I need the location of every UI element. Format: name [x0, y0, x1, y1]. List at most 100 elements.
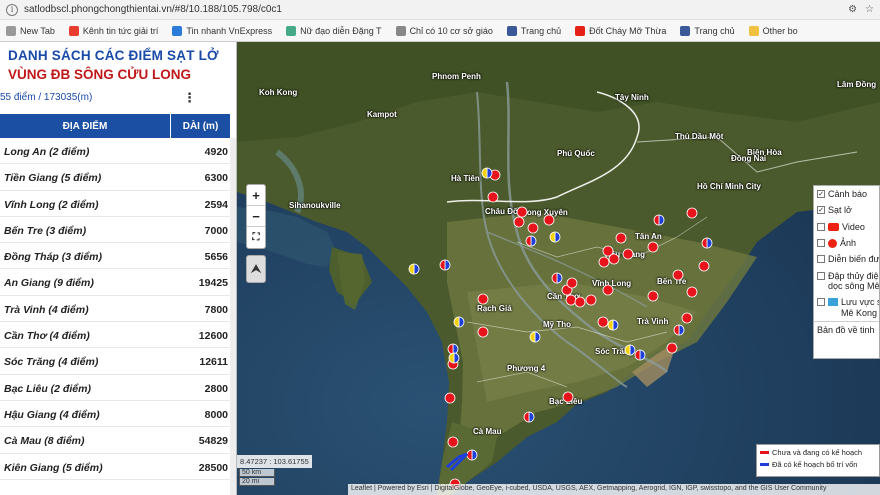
panel-scrollbar[interactable] — [230, 138, 236, 495]
landslide-marker[interactable] — [566, 277, 578, 289]
planned-segment[interactable] — [446, 452, 469, 472]
landslide-marker[interactable] — [574, 296, 586, 308]
table-row[interactable]: Long An (2 điểm) 4920 — [0, 138, 230, 165]
mixed-marker[interactable] — [607, 319, 619, 331]
mixed-marker[interactable] — [525, 235, 537, 247]
landslide-marker[interactable] — [672, 269, 684, 281]
layer-video[interactable]: Video — [814, 219, 879, 235]
url-text[interactable]: satlodbscl.phongchongthientai.vn/#8/10.1… — [24, 4, 848, 15]
landslide-marker[interactable] — [513, 216, 525, 228]
landslide-marker[interactable] — [444, 392, 456, 404]
checkbox-icon[interactable] — [817, 222, 825, 231]
table-row[interactable]: Bạc Liêu (2 điểm) 2800 — [0, 375, 230, 401]
landslide-marker[interactable] — [543, 214, 555, 226]
mixed-marker[interactable] — [447, 343, 459, 355]
extension-icon[interactable]: ⚙ — [848, 4, 857, 15]
landslide-marker[interactable] — [487, 191, 499, 203]
mixed-marker[interactable] — [439, 259, 451, 271]
landslide-marker[interactable] — [647, 241, 659, 253]
bookmark-item[interactable]: Other bo — [748, 25, 798, 36]
layer-anh[interactable]: Ảnh — [814, 235, 879, 251]
table-row[interactable]: Cà Mau (8 điểm) 54829 — [0, 427, 230, 454]
landslide-marker[interactable] — [597, 316, 609, 328]
bookmark-item[interactable]: Tin nhanh VnExpress — [172, 25, 272, 36]
mixed-marker[interactable] — [481, 167, 493, 179]
landslide-marker[interactable] — [585, 294, 597, 306]
bookmark-item[interactable]: Trang chủ — [506, 25, 561, 36]
more-menu-icon[interactable]: ⋮ — [183, 90, 196, 106]
table-row[interactable]: Cần Thơ (4 điểm) 12600 — [0, 322, 230, 349]
landslide-marker[interactable] — [608, 253, 620, 265]
mixed-marker[interactable] — [624, 344, 636, 356]
table-row[interactable]: Tiền Giang (5 điểm) 6300 — [0, 164, 230, 191]
address-bar[interactable]: i satlodbscl.phongchongthientai.vn/#8/10… — [0, 0, 880, 20]
landslide-marker[interactable] — [527, 222, 539, 234]
checkbox-checked-icon[interactable]: ✓ — [817, 206, 825, 215]
layer-dap-thuy-dien[interactable]: Đập thủy điện dọc sông Mê — [814, 268, 879, 295]
landslide-marker[interactable] — [598, 256, 610, 268]
landslide-marker[interactable] — [686, 286, 698, 298]
table-row[interactable]: Bến Tre (3 điểm) 7000 — [0, 217, 230, 244]
table-row[interactable]: Kiên Giang (5 điểm) 28500 — [0, 454, 230, 480]
mixed-marker[interactable] — [408, 263, 420, 275]
bookmark-item[interactable]: Kênh tin tức giải trí — [68, 25, 158, 36]
checkbox-icon[interactable] — [817, 255, 825, 264]
north-arrow-icon[interactable]: ⮝ — [246, 255, 266, 283]
mixed-marker[interactable] — [523, 411, 535, 423]
column-header-place[interactable]: ĐỊA ĐIỂM — [0, 114, 170, 138]
bookmark-item[interactable]: New Tab — [6, 25, 55, 36]
landslide-marker[interactable] — [477, 326, 489, 338]
mixed-marker[interactable] — [634, 349, 646, 361]
mixed-marker[interactable] — [701, 237, 713, 249]
checkbox-icon[interactable] — [817, 271, 825, 280]
zoom-in-button[interactable]: + — [247, 185, 265, 206]
map-attribution[interactable]: Leaflet | Powered by Esri | DigitalGlobe… — [348, 484, 880, 495]
mixed-marker[interactable] — [673, 324, 685, 336]
landslide-marker[interactable] — [477, 293, 489, 305]
landslide-marker[interactable] — [686, 207, 698, 219]
mixed-marker[interactable] — [448, 352, 460, 364]
table-row[interactable]: Đồng Tháp (3 điểm) 5656 — [0, 243, 230, 270]
layer-luu-vuc[interactable]: Lưu vực s Mê Kong — [814, 294, 879, 321]
checkbox-icon[interactable] — [817, 239, 825, 248]
site-info-icon[interactable]: i — [6, 3, 18, 16]
bookmark-item[interactable]: Nữ đạo diễn Đặng T — [286, 25, 382, 36]
mixed-marker[interactable] — [466, 449, 478, 461]
landslide-marker[interactable] — [516, 206, 528, 218]
landslide-marker[interactable] — [647, 290, 659, 302]
column-header-length[interactable]: DÀI (m) — [170, 114, 230, 138]
table-row[interactable]: An Giang (9 điểm) 19425 — [0, 269, 230, 296]
bookmark-star-icon[interactable]: ☆ — [865, 4, 874, 15]
mixed-marker[interactable] — [551, 272, 563, 284]
landslide-marker[interactable] — [447, 436, 459, 448]
bookmark-item[interactable]: Trang chủ — [680, 25, 735, 36]
mixed-marker[interactable] — [529, 331, 541, 343]
landslide-marker[interactable] — [602, 284, 614, 296]
landslide-marker[interactable] — [666, 342, 678, 354]
layer-dien-bien[interactable]: Diễn biến đư — [814, 251, 879, 267]
layer-sat-lo[interactable]: ✓ Sạt lở — [814, 202, 879, 218]
landslide-marker[interactable] — [698, 260, 710, 272]
landslide-marker[interactable] — [565, 294, 577, 306]
mixed-marker[interactable] — [549, 231, 561, 243]
landslide-marker[interactable] — [562, 391, 574, 403]
bookmark-item[interactable]: Đốt Cháy Mỡ Thừa — [575, 25, 666, 36]
table-row[interactable]: Trà Vinh (4 điểm) 7800 — [0, 296, 230, 323]
checkbox-icon[interactable] — [817, 298, 825, 307]
folder-icon — [748, 25, 759, 36]
landslide-marker[interactable] — [622, 248, 634, 260]
landslide-marker[interactable] — [681, 312, 693, 324]
checkbox-checked-icon[interactable]: ✓ — [817, 190, 825, 198]
landslide-marker[interactable] — [615, 232, 627, 244]
mixed-marker[interactable] — [453, 316, 465, 328]
table-row[interactable]: Vĩnh Long (2 điểm) 2594 — [0, 191, 230, 217]
table-row[interactable]: Hậu Giang (4 điểm) 8000 — [0, 401, 230, 428]
basemap-satellite-option[interactable]: Bản đồ về tinh — [814, 321, 879, 338]
table-row[interactable]: Sóc Trăng (4 điểm) 12611 — [0, 348, 230, 375]
fullscreen-icon[interactable]: ⛶ — [247, 227, 265, 248]
mixed-marker[interactable] — [653, 214, 665, 226]
map-view[interactable]: Phnom Penh Kampot Koh Kong Sihanoukville… — [237, 42, 880, 495]
bookmark-item[interactable]: Chỉ có 10 cơ sở giáo — [395, 25, 493, 36]
zoom-out-button[interactable]: − — [247, 206, 265, 227]
layer-canh-bao[interactable]: ✓ Cảnh báo — [814, 186, 879, 202]
